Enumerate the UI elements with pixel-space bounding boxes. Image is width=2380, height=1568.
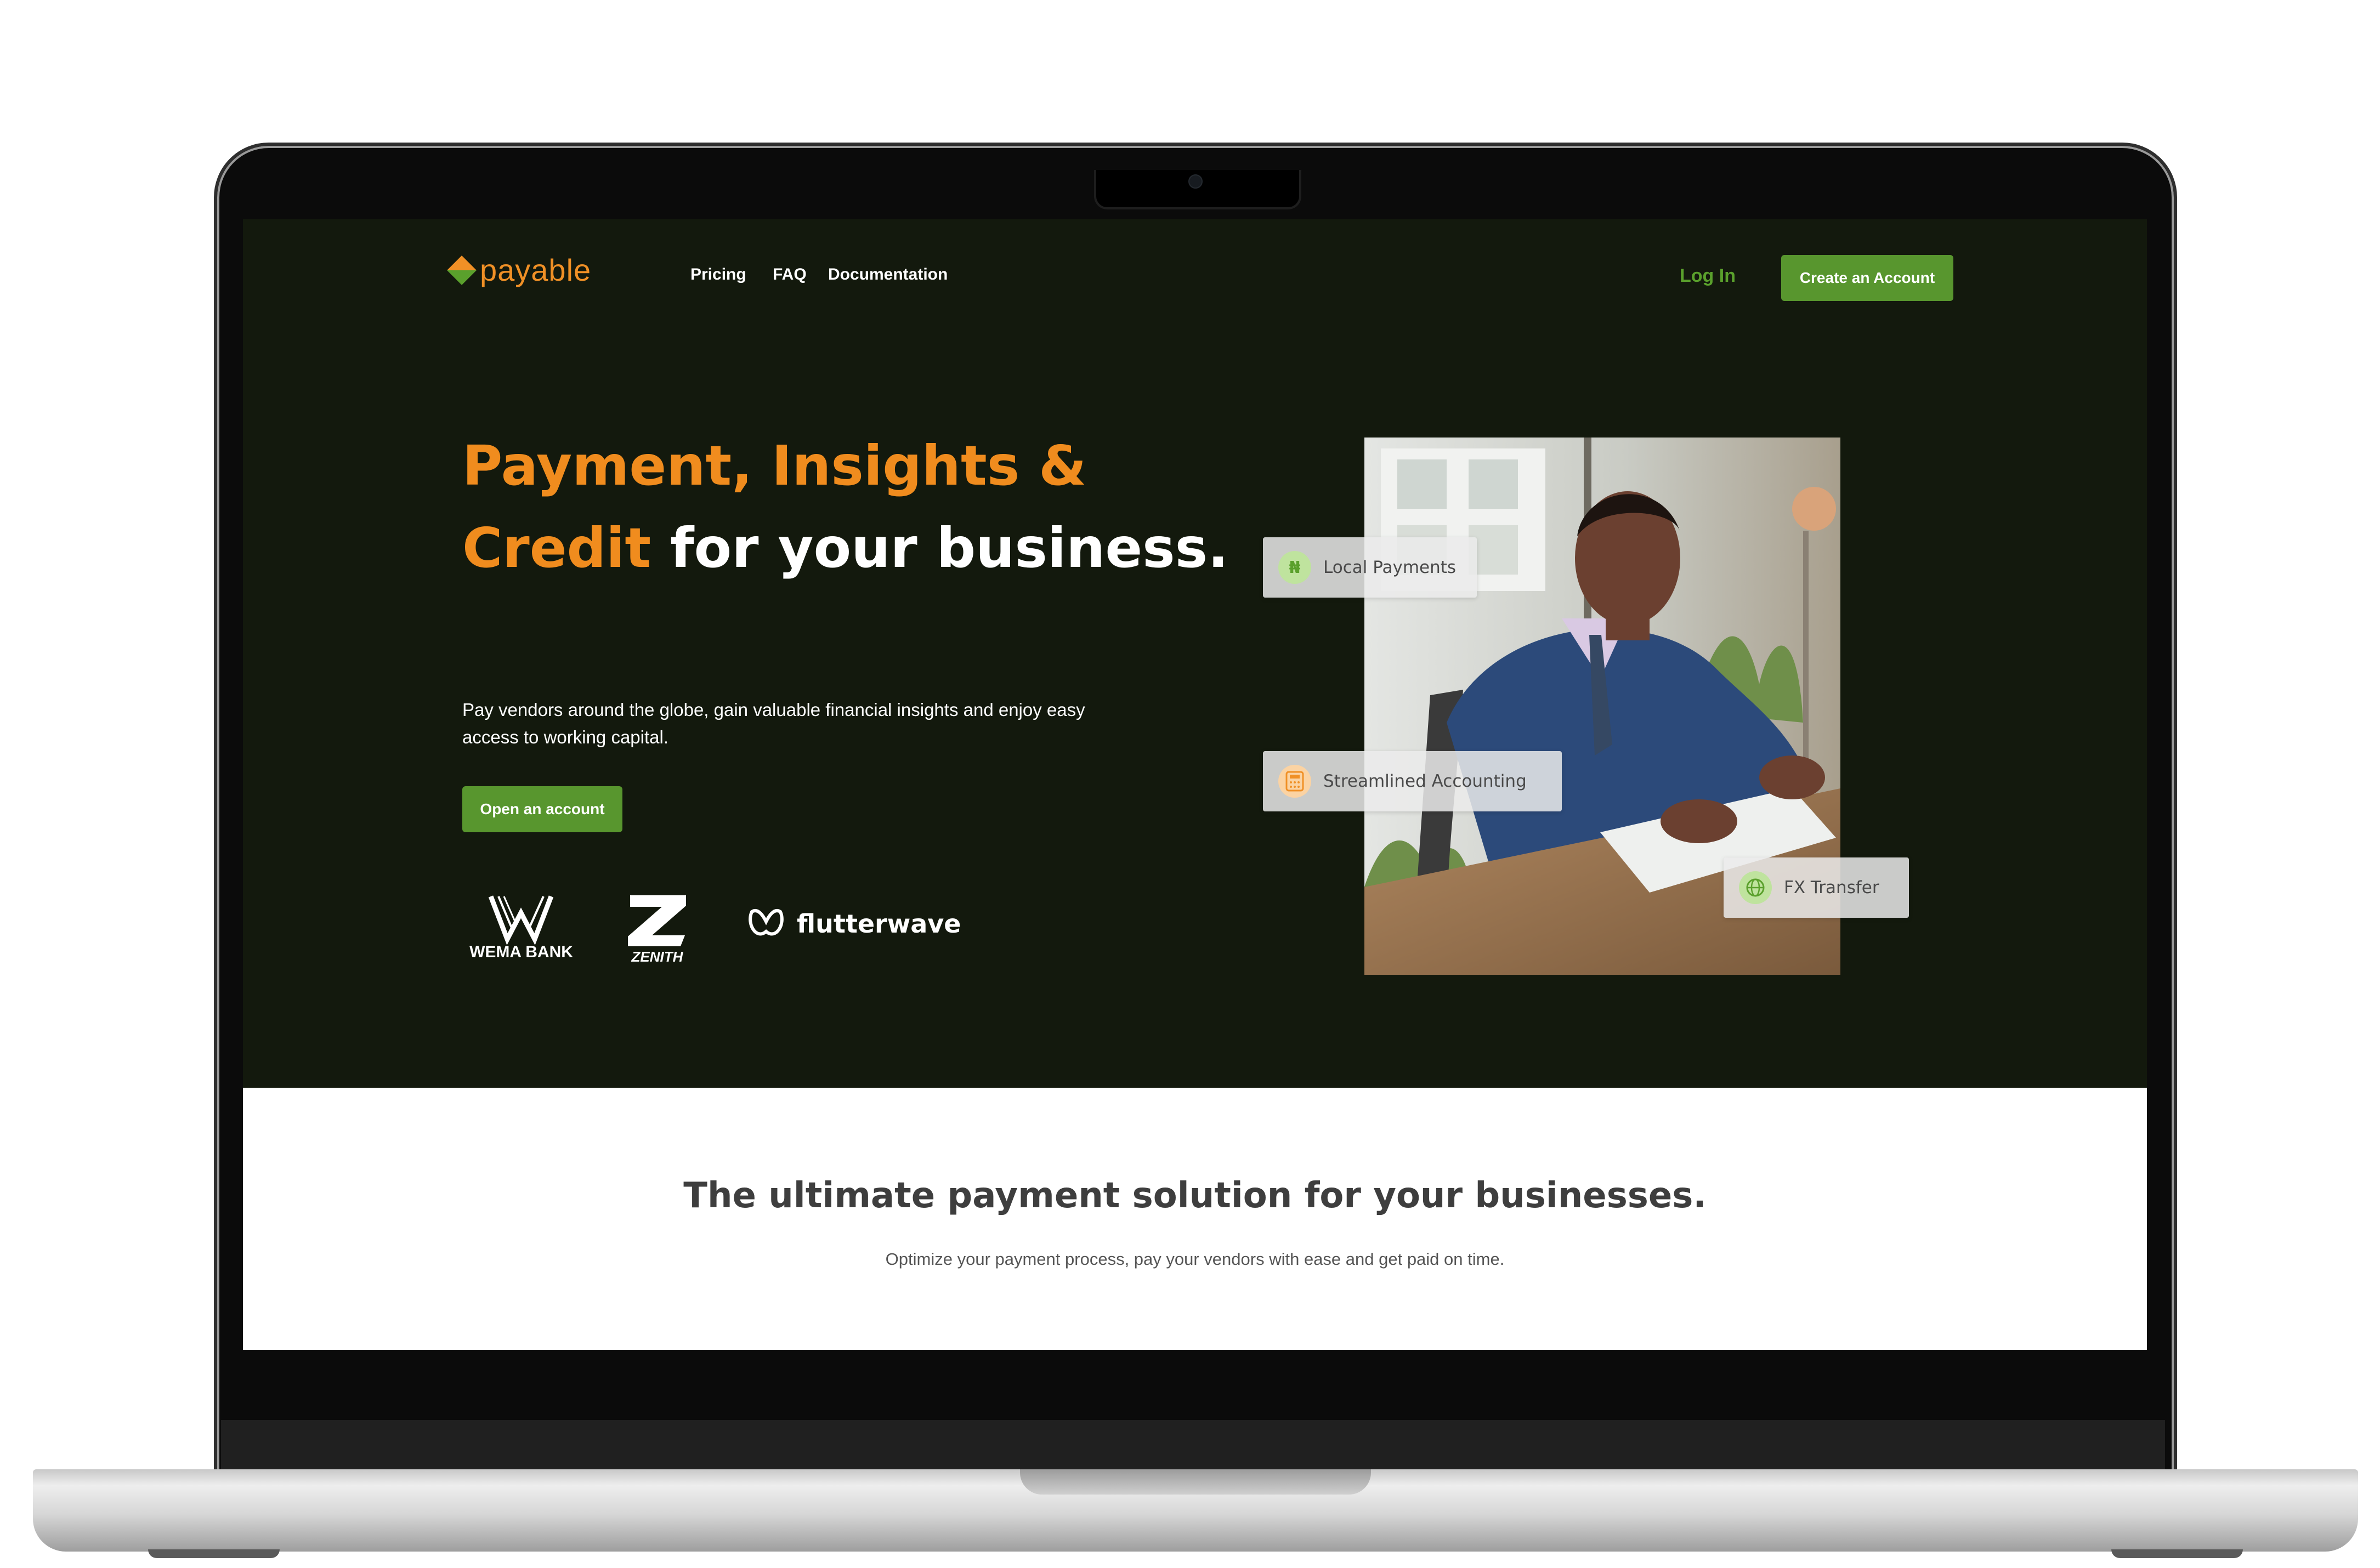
- calculator-icon: [1278, 765, 1311, 798]
- chip-fx-transfer: FX Transfer: [1724, 857, 1909, 918]
- laptop-screen: payable Pricing FAQ Documentation Log In…: [243, 219, 2147, 1350]
- laptop-foot-right: [2111, 1549, 2243, 1558]
- payable-logo[interactable]: payable: [447, 252, 592, 288]
- chip-local-payments: ₦ Local Payments: [1263, 537, 1477, 598]
- camera-icon: [1188, 174, 1203, 189]
- hero-subtitle: Pay vendors around the globe, gain valua…: [462, 700, 1085, 747]
- nav-link-documentation[interactable]: Documentation: [828, 265, 948, 284]
- calculator-glyph: [1285, 771, 1304, 792]
- chip-label-local-payments: Local Payments: [1323, 558, 1457, 577]
- partner-flutterwave: flutterwave: [797, 909, 961, 939]
- login-link[interactable]: Log In: [1680, 265, 1736, 287]
- globe-icon: [1739, 871, 1772, 904]
- solution-section: The ultimate payment solution for your b…: [243, 1088, 2147, 1350]
- zenith-logo-icon: [628, 895, 686, 946]
- logo-text: payable: [480, 253, 592, 287]
- headline-rest: for your business.: [651, 516, 1229, 580]
- partner-zenith: ZENITH: [631, 948, 683, 965]
- chip-label-streamlined-accounting: Streamlined Accounting: [1323, 771, 1527, 791]
- create-account-button[interactable]: Create an Account: [1781, 255, 1953, 301]
- flutterwave-logo-icon: [749, 909, 784, 936]
- laptop-base-notch: [1020, 1469, 1371, 1495]
- nav-link-faq[interactable]: FAQ: [773, 265, 807, 284]
- payable-logo-icon: [447, 255, 477, 285]
- hero-section: payable Pricing FAQ Documentation Log In…: [243, 219, 2147, 1088]
- chip-streamlined-accounting: Streamlined Accounting: [1263, 751, 1562, 811]
- section-title: The ultimate payment solution for your b…: [683, 1175, 1707, 1216]
- naira-icon: ₦: [1278, 551, 1311, 584]
- laptop-foot-left: [148, 1549, 280, 1558]
- section-subtitle: Optimize your payment process, pay your …: [885, 1249, 1505, 1269]
- open-account-button[interactable]: Open an account: [462, 786, 622, 832]
- partner-wema-bank: WEMA BANK: [469, 943, 573, 961]
- laptop-bottom-bezel: [221, 1420, 2165, 1475]
- chip-label-fx-transfer: FX Transfer: [1784, 878, 1879, 897]
- nav-link-pricing[interactable]: Pricing: [690, 265, 746, 284]
- globe-glyph: [1746, 878, 1765, 897]
- hero-headline: Payment, Insights & Credit for your busi…: [462, 425, 1230, 589]
